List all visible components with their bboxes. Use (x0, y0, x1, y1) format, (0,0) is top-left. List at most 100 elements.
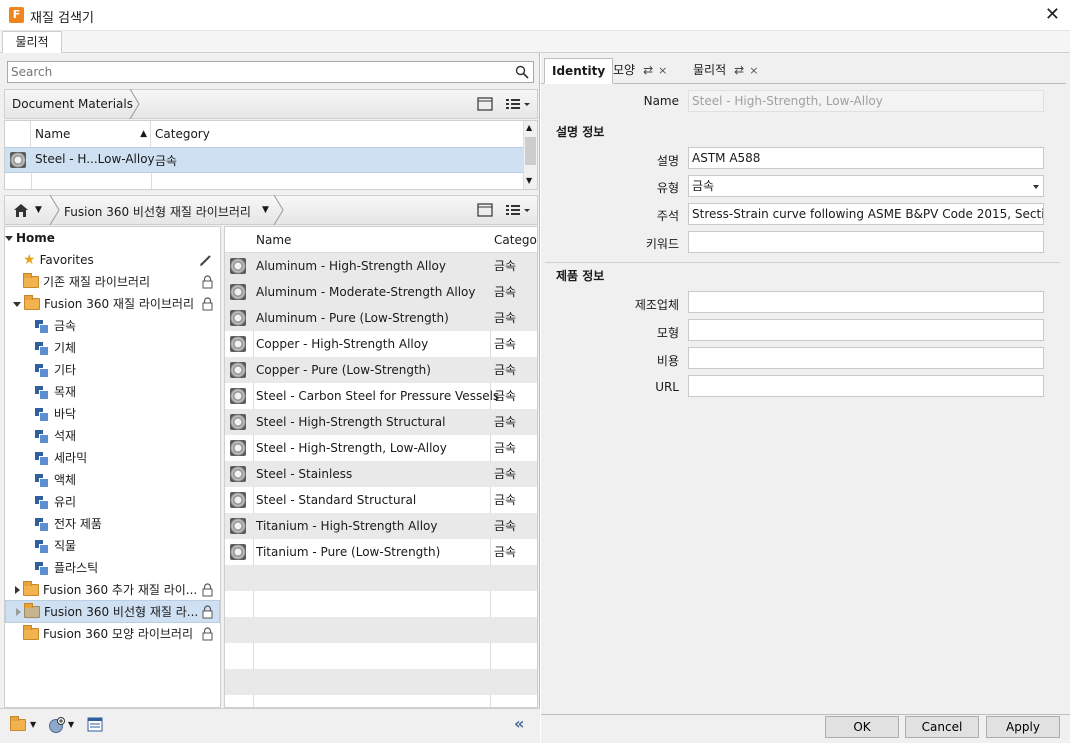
search-icon[interactable] (515, 65, 529, 79)
manufacturer-field[interactable] (688, 291, 1044, 313)
tree-item-favorites[interactable]: ★ Favorites (23, 249, 219, 271)
panel-toggle-icon[interactable] (477, 96, 493, 112)
list-item[interactable]: Steel - High-Strength Structural 금속 (225, 409, 537, 435)
home-icon[interactable] (13, 203, 29, 218)
tree-item-nonlinear-library[interactable]: Fusion 360 비선형 재질 라... (5, 600, 220, 623)
lock-icon (202, 605, 213, 619)
tree-item-legacy-library[interactable]: 기존 재질 라이브러리 (23, 271, 219, 293)
list-item[interactable]: Aluminum - Pure (Low-Strength) 금속 (225, 305, 537, 331)
collapse-panel-icon[interactable]: « (514, 714, 524, 733)
tree-item-category[interactable]: 바닥 (35, 403, 76, 425)
cost-field[interactable] (688, 347, 1044, 369)
category-column-header[interactable]: Category (494, 227, 537, 253)
list-item[interactable]: Titanium - High-Strength Alloy 금속 (225, 513, 537, 539)
tree-item-category[interactable]: 전자 제품 (35, 513, 102, 535)
url-field[interactable] (688, 375, 1044, 397)
list-item[interactable]: Copper - High-Strength Alloy 금속 (225, 331, 537, 357)
fusion-app-icon: F (9, 7, 24, 23)
close-icon[interactable]: ✕ (1045, 4, 1060, 25)
document-materials-crumb[interactable]: Document Materials (12, 97, 133, 111)
pencil-icon[interactable] (199, 253, 213, 267)
lock-icon (202, 275, 213, 289)
expand-arrow-icon[interactable] (13, 302, 21, 307)
material-name: Titanium - Pure (Low-Strength) (256, 545, 441, 559)
material-editor-icon[interactable] (87, 717, 103, 732)
list-view-icon[interactable] (505, 96, 533, 112)
expand-arrow-icon[interactable] (5, 236, 13, 241)
tree-item-category[interactable]: 유리 (35, 491, 76, 513)
search-input[interactable] (11, 64, 501, 80)
tree-item-category[interactable]: 금속 (35, 315, 76, 337)
folder-icon (10, 716, 26, 731)
tree-item-fusion-library[interactable]: Fusion 360 재질 라이브러리 (13, 293, 219, 315)
empty-row (225, 669, 537, 695)
tree-item-appearance-library[interactable]: Fusion 360 모양 라이브러리 (23, 623, 219, 645)
library-crumb[interactable]: Fusion 360 비선형 재질 라이브러리 (64, 203, 251, 220)
tab-physical[interactable]: 물리적 (2, 31, 62, 53)
tree-item-category[interactable]: 액체 (35, 469, 76, 491)
lock-icon (202, 297, 213, 311)
list-view-icon[interactable] (505, 202, 533, 218)
library-dropdown-icon[interactable]: ▼ (262, 205, 269, 215)
name-column-header[interactable]: Name (256, 227, 291, 253)
table-row[interactable]: Steel - H...Low-Alloy 금속 (5, 147, 524, 173)
tab-physical-properties[interactable]: 물리적 ⇄ × (693, 58, 758, 84)
swap-icon[interactable]: ⇄ (643, 63, 653, 77)
comment-field[interactable]: Stress-Strain curve following ASME B&PV … (688, 203, 1044, 225)
scroll-up-icon[interactable]: ▲ (526, 123, 532, 132)
list-item[interactable]: Steel - High-Strength, Low-Alloy 금속 (225, 435, 537, 461)
create-dropdown-icon[interactable]: ▼ (68, 720, 74, 729)
list-item[interactable]: Titanium - Pure (Low-Strength) 금속 (225, 539, 537, 565)
cost-label: 비용 (656, 354, 679, 368)
tree-item-category[interactable]: 기체 (35, 337, 76, 359)
library-dropdown-icon[interactable]: ▼ (30, 720, 36, 729)
scroll-thumb[interactable] (525, 137, 536, 165)
list-item[interactable]: Steel - Stainless 금속 (225, 461, 537, 487)
description-field[interactable]: ASTM A588 (688, 147, 1044, 169)
list-item[interactable]: Steel - Standard Structural 금속 (225, 487, 537, 513)
panel-toggle-icon[interactable] (477, 202, 493, 218)
type-select[interactable]: 금속 (688, 175, 1044, 197)
tab-appearance[interactable]: 모양 ⇄ × (613, 58, 667, 84)
vertical-scrollbar[interactable]: ▲ ▼ (523, 121, 537, 189)
tree-item-category[interactable]: 석재 (35, 425, 76, 447)
library-manage-button[interactable] (10, 716, 26, 731)
collapse-arrow-icon[interactable] (16, 608, 21, 616)
keyword-field[interactable] (688, 231, 1044, 253)
library-bar: ▼ Fusion 360 비선형 재질 라이브러리 ▼ (4, 195, 538, 225)
collapse-arrow-icon[interactable] (15, 586, 20, 594)
category-icon (35, 496, 49, 510)
model-field[interactable] (688, 319, 1044, 341)
description-label: 설명 (656, 154, 679, 168)
list-item[interactable]: Aluminum - Moderate-Strength Alloy 금속 (225, 279, 537, 305)
category-icon (35, 452, 49, 466)
close-tab-icon[interactable]: × (749, 64, 758, 77)
ok-button[interactable]: OK (825, 716, 899, 738)
material-thumbnail-icon (230, 466, 246, 482)
tree-item-category[interactable]: 목재 (35, 381, 76, 403)
tree-item-category[interactable]: 세라믹 (35, 447, 87, 469)
list-item[interactable]: Aluminum - High-Strength Alloy 금속 (225, 253, 537, 279)
search-box[interactable] (7, 61, 534, 83)
materials-list: Name Category Aluminum - High-Strength A… (224, 226, 538, 708)
tree-item-category[interactable]: 플라스틱 (35, 557, 98, 579)
material-thumbnail-icon (230, 414, 246, 430)
swap-icon[interactable]: ⇄ (734, 63, 744, 77)
tab-identity[interactable]: Identity (544, 58, 614, 84)
cancel-button[interactable]: Cancel (905, 716, 979, 738)
category-column-header[interactable]: Category (151, 121, 524, 147)
folder-icon (23, 581, 39, 596)
home-dropdown-icon[interactable]: ▼ (35, 205, 42, 215)
tree-item-category[interactable]: 직물 (35, 535, 76, 557)
name-column-header[interactable]: Name ▲ (31, 121, 151, 147)
tree-item-additional-library[interactable]: Fusion 360 추가 재질 라이... (15, 579, 219, 601)
tree-item-category[interactable]: 기타 (35, 359, 76, 381)
list-item[interactable]: Steel - Carbon Steel for Pressure Vessel… (225, 383, 537, 409)
list-item[interactable]: Copper - Pure (Low-Strength) 금속 (225, 357, 537, 383)
close-tab-icon[interactable]: × (658, 64, 667, 77)
scroll-down-icon[interactable]: ▼ (526, 176, 532, 185)
tree-item-home[interactable]: Home (5, 227, 55, 249)
material-name: Aluminum - High-Strength Alloy (256, 259, 446, 273)
apply-button[interactable]: Apply (986, 716, 1060, 738)
create-material-icon[interactable] (48, 717, 65, 734)
